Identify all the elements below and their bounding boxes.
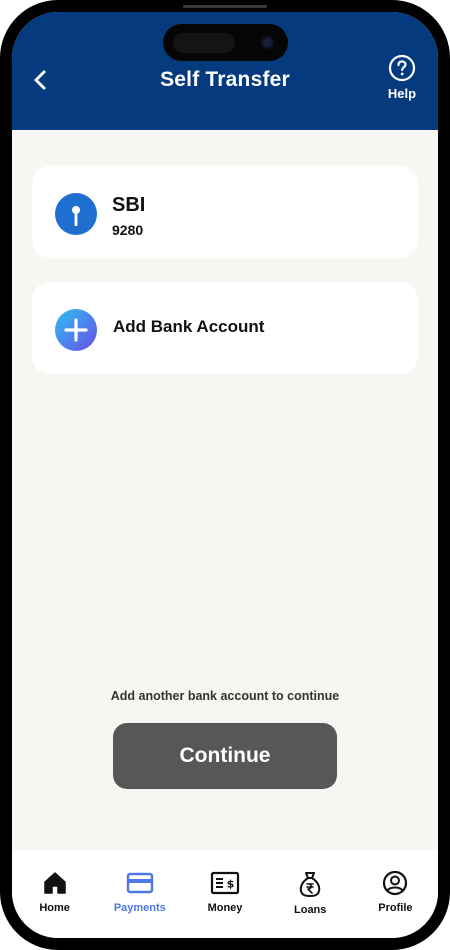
svg-text:$: $ — [227, 878, 235, 891]
continue-hint: Add another bank account to continue — [110, 689, 340, 703]
add-bank-account-card[interactable]: Add Bank Account — [32, 282, 418, 374]
plus-circle-icon — [55, 309, 97, 351]
nav-item-money[interactable]: $ Money — [182, 850, 267, 938]
nav-item-profile[interactable]: Profile — [353, 850, 438, 938]
add-bank-account-label: Add Bank Account — [113, 317, 265, 336]
nav-label-profile: Profile — [378, 902, 413, 914]
nav-label-loans: Loans — [294, 904, 327, 916]
profile-icon — [383, 870, 408, 896]
help-label: Help — [387, 86, 417, 101]
help-icon — [388, 54, 416, 82]
nav-item-home[interactable]: Home — [12, 850, 97, 938]
bank-account-card[interactable]: SBI 9280 — [32, 166, 418, 258]
sbi-logo-icon — [55, 193, 97, 235]
phone-frame: Self Transfer Help SBI 9280 Add Bank Acc… — [0, 0, 450, 950]
nav-item-loans[interactable]: Loans — [268, 850, 353, 938]
nav-label-payments: Payments — [113, 902, 166, 914]
island-pill — [173, 33, 235, 53]
dynamic-island — [163, 24, 288, 61]
card-icon — [126, 872, 153, 894]
home-icon — [43, 872, 66, 894]
camera-dot — [261, 36, 274, 49]
help-button[interactable]: Help — [382, 54, 422, 101]
account-number: 9280 — [112, 222, 144, 238]
page-title: Self Transfer — [160, 68, 290, 91]
screen: Self Transfer Help SBI 9280 Add Bank Acc… — [12, 12, 438, 938]
continue-button[interactable]: Continue — [113, 723, 337, 789]
nav-item-payments[interactable]: Payments — [97, 850, 182, 938]
money-icon: $ — [210, 871, 240, 895]
bottom-nav: Home Payments $ Money Loans Profile — [12, 850, 438, 938]
speaker-line — [183, 5, 267, 8]
loan-bag-icon — [299, 872, 321, 897]
nav-label-home: Home — [39, 902, 70, 914]
bank-name: SBI — [112, 194, 146, 216]
nav-label-money: Money — [207, 902, 243, 914]
app-header: Self Transfer Help — [12, 12, 438, 130]
